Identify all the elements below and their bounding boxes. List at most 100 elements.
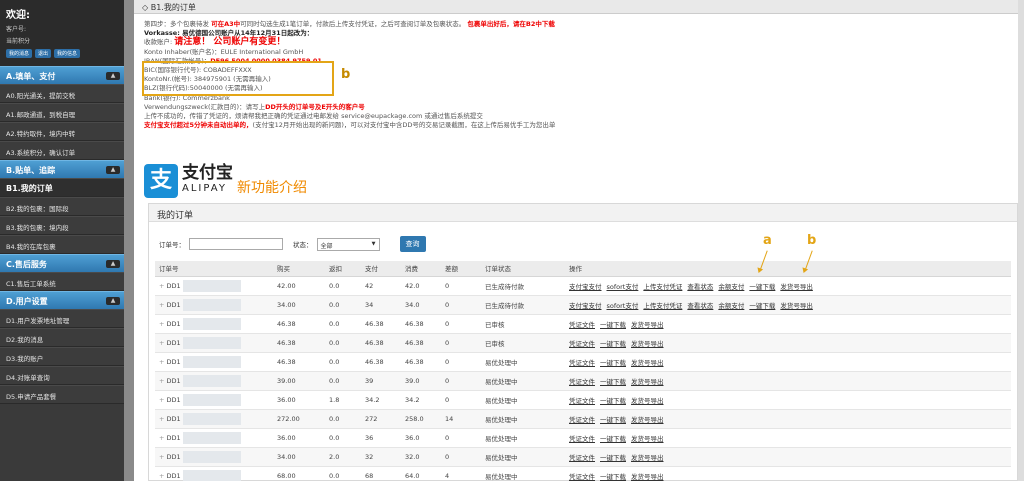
my-messages-button[interactable]: 我的消息 [6,49,33,58]
order-id-cell[interactable]: + DD1 [155,390,273,410]
cell-status: 已审核 [481,333,565,353]
action-link[interactable]: 发货号导出 [631,416,664,424]
action-link[interactable]: 查看状态 [687,283,713,291]
action-link[interactable]: 发货号导出 [631,473,664,481]
collapse-chevron-icon[interactable]: ▲ [106,297,120,305]
action-link[interactable]: 凭证文件 [569,473,595,481]
verwendung-line: Verwendungszweck(汇款目的)：请写上DD开头的订单号及E开头的客… [144,103,1012,112]
status-select[interactable]: 全部 ▼ [316,237,380,251]
action-link[interactable]: 凭证文件 [569,359,595,367]
order-id-cell[interactable]: + DD1 [155,371,273,391]
order-id-cell[interactable]: + DD1 [155,295,273,315]
logout-button[interactable]: 退出 [35,49,52,58]
sidebar-item[interactable]: A1.邮政通道，到税自理 [0,103,124,122]
action-link[interactable]: 一键下载 [600,473,626,481]
expand-plus-icon[interactable]: + [159,339,164,347]
cell-buy: 34.00 [273,447,325,467]
action-link[interactable]: 凭证文件 [569,454,595,462]
sidebar-item[interactable]: D3.我的账户 [0,347,124,366]
order-no-input[interactable] [189,238,283,250]
collapse-chevron-icon[interactable]: ▲ [106,260,120,268]
action-link[interactable]: 上传支付凭证 [643,283,682,291]
order-id-cell[interactable]: + DD1 [155,276,273,296]
action-link[interactable]: 凭证文件 [569,416,595,424]
action-link[interactable]: 发货号导出 [780,283,813,291]
action-link[interactable]: 凭证文件 [569,435,595,443]
action-link[interactable]: 发货号导出 [631,340,664,348]
action-link[interactable]: 一键下载 [600,397,626,405]
sidebar-item[interactable]: A2.特约取件，境内中转 [0,122,124,141]
action-link[interactable]: 一键下载 [600,378,626,386]
action-link[interactable]: 发货号导出 [780,302,813,310]
collapse-chevron-icon[interactable]: ▲ [106,166,120,174]
sidebar-item[interactable]: D4.对账单查询 [0,366,124,385]
alipay-banner[interactable]: 支 支付宝 ALIPAY 新功能介绍 [144,164,307,198]
action-link[interactable]: 凭证文件 [569,321,595,329]
sidebar-item[interactable]: B3.我的包裹：境内段 [0,216,124,235]
sidebar-section[interactable]: C.售后服务 ▲ [0,254,124,272]
my-info-button[interactable]: 我的信息 [54,49,81,58]
action-link[interactable]: 一键下载 [600,359,626,367]
order-id-cell[interactable]: + DD1 [155,333,273,353]
sidebar-section[interactable]: B.贴单、追踪 ▲ [0,160,124,178]
action-link[interactable]: 发货号导出 [631,454,664,462]
action-link[interactable]: 一键下载 [749,302,775,310]
action-link[interactable]: sofort支付 [607,302,639,310]
action-link[interactable]: 一键下载 [600,321,626,329]
expand-plus-icon[interactable]: + [159,396,164,404]
expand-plus-icon[interactable]: + [159,434,164,442]
expand-plus-icon[interactable]: + [159,301,164,309]
page-scrollbar[interactable] [1018,0,1024,481]
sidebar-item[interactable]: D5.申请产品套餐 [0,385,124,404]
action-link[interactable]: 上传支付凭证 [643,302,682,310]
order-id-cell[interactable]: + DD1 [155,314,273,334]
sidebar-item[interactable]: B1.我的订单 [0,178,124,197]
action-link[interactable]: 发货号导出 [631,378,664,386]
action-link[interactable]: 凭证文件 [569,378,595,386]
collapse-chevron-icon[interactable]: ▲ [106,72,120,80]
order-id-cell[interactable]: + DD1 [155,466,273,481]
sidebar-section[interactable]: A.填单、支付 ▲ [0,66,124,84]
action-link[interactable]: 一键下载 [749,283,775,291]
action-link[interactable]: 发货号导出 [631,321,664,329]
order-id-cell[interactable]: + DD1 [155,428,273,448]
query-button[interactable]: 查询 [399,236,426,252]
action-link[interactable]: 余额支付 [718,302,744,310]
action-link[interactable]: 发货号导出 [631,435,664,443]
action-link[interactable]: 查看状态 [687,302,713,310]
sidebar-item[interactable]: A0.阳光通关，提前交税 [0,84,124,103]
action-link[interactable]: 余额支付 [718,283,744,291]
sidebar-section[interactable]: D.用户设置 ▲ [0,291,124,309]
action-link[interactable]: 凭证文件 [569,340,595,348]
action-link[interactable]: 一键下载 [600,416,626,424]
action-link[interactable]: sofort支付 [607,283,639,291]
expand-plus-icon[interactable]: + [159,377,164,385]
expand-plus-icon[interactable]: + [159,415,164,423]
redacted-order-number [182,393,241,406]
order-id-cell[interactable]: + DD1 [155,409,273,429]
expand-plus-icon[interactable]: + [159,320,164,328]
sidebar-item[interactable]: A3.系统积分，确认订单 [0,141,124,160]
action-link[interactable]: 一键下载 [600,340,626,348]
order-id-cell[interactable]: + DD1 [155,352,273,372]
expand-plus-icon[interactable]: + [159,358,164,366]
action-link[interactable]: 一键下载 [600,454,626,462]
action-link[interactable]: 一键下载 [600,435,626,443]
sidebar-item[interactable]: D1.用户发票地址管理 [0,309,124,328]
action-link[interactable]: 发货号导出 [631,397,664,405]
expand-plus-icon[interactable]: + [159,453,164,461]
action-link[interactable]: 支付宝支付 [569,302,602,310]
expand-plus-icon[interactable]: + [159,472,164,480]
redacted-order-number [182,279,241,292]
order-id-cell[interactable]: + DD1 [155,447,273,467]
expand-plus-icon[interactable]: + [159,282,164,290]
sidebar-item[interactable]: B4.我的在库包裹 [0,235,124,254]
new-feature-link[interactable]: 新功能介绍 [237,177,307,197]
sidebar-item[interactable]: D2.我的消息 [0,328,124,347]
action-link[interactable]: 凭证文件 [569,397,595,405]
actions-cell: 凭证文件 一键下载 发货号导出 [565,371,1011,391]
sidebar-item[interactable]: B2.我的包裹：国际段 [0,197,124,216]
action-link[interactable]: 发货号导出 [631,359,664,367]
action-link[interactable]: 支付宝支付 [569,283,602,291]
sidebar-item[interactable]: C1.售后工单系统 [0,272,124,291]
